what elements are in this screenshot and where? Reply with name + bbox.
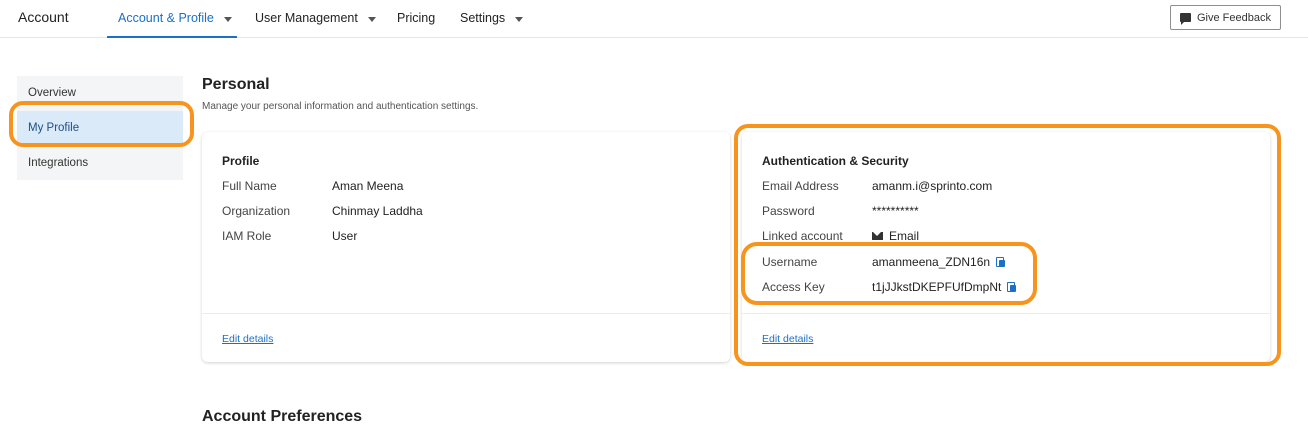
account-preferences-title: Account Preferences <box>202 408 363 425</box>
chevron-down-icon <box>367 16 376 22</box>
sidebar-item-label: Overview <box>28 87 76 99</box>
full-name-value: Aman Meena <box>332 179 404 193</box>
profile-edit-details-link[interactable]: Edit details <box>222 333 273 345</box>
nav-pricing-label: Pricing <box>397 11 436 25</box>
auth-row-linked-account: Linked account Email <box>762 229 919 243</box>
username-label: Username <box>762 255 818 269</box>
nav-settings[interactable]: Settings <box>460 11 524 25</box>
active-tab-indicator <box>107 36 237 38</box>
copy-username-icon[interactable] <box>996 256 1006 268</box>
sidebar: Overview My Profile Integrations <box>17 76 183 180</box>
profile-heading: Profile <box>222 154 260 168</box>
feedback-icon <box>1180 13 1191 25</box>
profile-card: Profile Full Name Aman Meena Organizatio… <box>202 132 730 362</box>
copy-access-key-icon[interactable] <box>1007 281 1017 293</box>
email-address-value: amanm.i@sprinto.com <box>872 179 993 193</box>
username-text: amanmeena_ZDN16n <box>872 255 991 269</box>
organization-label: Organization <box>222 204 291 218</box>
profile-row-organization: Organization Chinmay Laddha <box>222 204 423 218</box>
auth-security-heading: Authentication & Security <box>762 154 909 168</box>
password-value: ********** <box>872 204 919 218</box>
chevron-down-icon <box>515 16 524 22</box>
app-title: Account <box>18 9 69 25</box>
nav-settings-label: Settings <box>460 11 506 25</box>
personal-subtitle: Manage your personal information and aut… <box>202 101 479 112</box>
sidebar-item-label: My Profile <box>28 122 80 134</box>
card-divider <box>202 313 730 314</box>
chevron-down-icon <box>223 16 232 22</box>
auth-edit-details-link[interactable]: Edit details <box>762 333 813 345</box>
nav-pricing[interactable]: Pricing <box>397 11 435 25</box>
personal-title: Personal <box>202 76 270 93</box>
auth-row-access-key: Access Key t1jJJkstDKEPFUfDmpNt <box>762 280 1017 294</box>
give-feedback-label: Give Feedback <box>1197 11 1271 24</box>
auth-row-username: Username amanmeena_ZDN16n <box>762 255 1006 269</box>
linked-account-label: Linked account <box>762 229 843 243</box>
sidebar-item-my-profile[interactable]: My Profile <box>17 111 183 145</box>
auth-security-card: Authentication & Security Email Address … <box>742 132 1270 362</box>
profile-row-iam-role: IAM Role User <box>222 229 357 243</box>
full-name-label: Full Name <box>222 179 277 193</box>
sidebar-item-integrations[interactable]: Integrations <box>17 146 183 180</box>
give-feedback-button[interactable]: Give Feedback <box>1170 5 1281 30</box>
top-navigation: Account Account & Profile User Managemen… <box>0 0 1308 38</box>
access-key-label: Access Key <box>762 280 825 294</box>
password-label: Password <box>762 204 815 218</box>
linked-account-text: Email <box>889 229 920 243</box>
access-key-text: t1jJJkstDKEPFUfDmpNt <box>872 280 1002 294</box>
nav-user-management-label: User Management <box>255 11 358 25</box>
access-key-value: t1jJJkstDKEPFUfDmpNt <box>872 280 1017 294</box>
sidebar-item-overview[interactable]: Overview <box>17 76 183 110</box>
iam-role-label: IAM Role <box>222 229 272 243</box>
profile-row-full-name: Full Name Aman Meena <box>222 179 403 193</box>
auth-row-email: Email Address amanm.i@sprinto.com <box>762 179 992 193</box>
auth-row-password: Password ********** <box>762 204 919 218</box>
iam-role-value: User <box>332 229 358 243</box>
email-address-label: Email Address <box>762 179 839 193</box>
linked-account-value: Email <box>872 229 919 243</box>
sidebar-item-label: Integrations <box>28 157 89 169</box>
nav-account-profile-label: Account & Profile <box>118 11 214 25</box>
nav-account-profile[interactable]: Account & Profile <box>118 11 232 25</box>
organization-value: Chinmay Laddha <box>332 204 423 218</box>
nav-user-management[interactable]: User Management <box>255 11 376 25</box>
username-value: amanmeena_ZDN16n <box>872 255 1006 269</box>
card-divider <box>742 313 1270 314</box>
mail-icon <box>872 232 883 240</box>
